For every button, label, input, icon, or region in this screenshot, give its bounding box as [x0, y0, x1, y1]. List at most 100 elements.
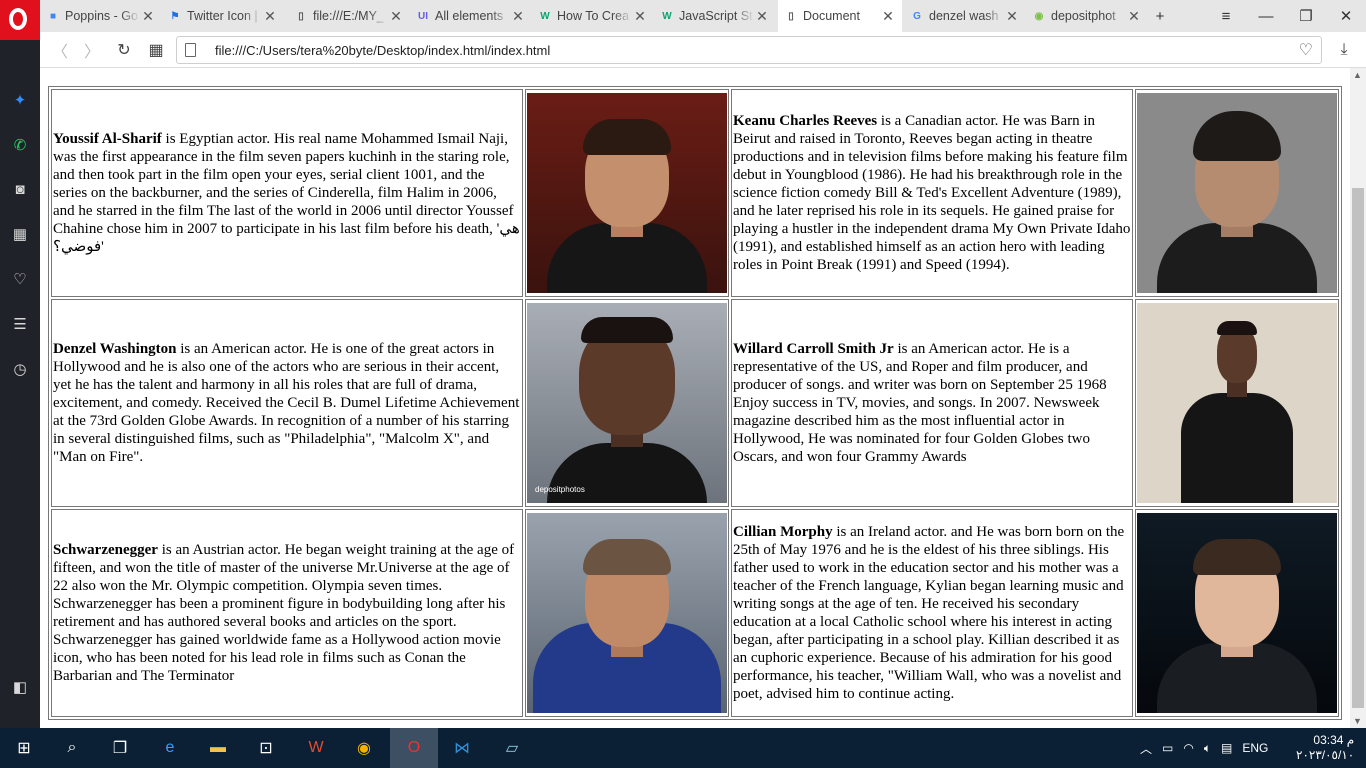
whatsapp-icon[interactable]: ✆: [8, 133, 32, 157]
clock[interactable]: 03:34 م ٢٠٢٣/٠٥/١٠: [1296, 728, 1354, 768]
task-view-icon[interactable]: ❐: [96, 728, 144, 768]
history-icon[interactable]: ◷: [8, 357, 32, 381]
will-smith-photo: [1137, 303, 1337, 503]
wifi-icon[interactable]: ◠: [1183, 741, 1193, 755]
windows-start-icon[interactable]: ⊞: [0, 728, 48, 768]
actor-bio: is an Ireland actor. and He was born bor…: [733, 524, 1125, 702]
cillian-murphy-photo: [1137, 513, 1337, 713]
close-tab-icon[interactable]: ✕: [754, 8, 770, 25]
restore-button[interactable]: ❐: [1286, 0, 1326, 32]
scrollbar-thumb[interactable]: [1352, 188, 1364, 708]
actor-bio: is a Canadian actor. He was Barn in Beir…: [733, 113, 1131, 273]
actor-bio: is an American actor. He is a representa…: [733, 341, 1107, 465]
show-hidden-icons-icon[interactable]: ︿: [1140, 740, 1152, 757]
ui-icon: UI: [418, 10, 428, 22]
file-explorer-icon[interactable]: ▬: [194, 728, 242, 768]
opera-icon[interactable]: O: [390, 728, 438, 768]
clock-date: ٢٠٢٣/٠٥/١٠: [1296, 748, 1355, 762]
forward-button[interactable]: 〉: [80, 38, 104, 62]
reload-button[interactable]: ↻: [112, 38, 136, 62]
back-button[interactable]: 〈: [48, 38, 72, 62]
store-icon[interactable]: ⊡: [242, 728, 290, 768]
actor-name: Schwarzenegger: [53, 542, 158, 558]
opera-menu-button[interactable]: [0, 0, 40, 40]
wps-office-icon[interactable]: W: [292, 728, 340, 768]
download-icon: ⤓: [1340, 41, 1348, 58]
close-tab-icon[interactable]: ✕: [510, 8, 526, 25]
actors-table: Youssif Al-Sharif is Egyptian actor. His…: [48, 86, 1342, 720]
notifications-icon[interactable]: ▤: [1221, 741, 1232, 755]
close-tab-icon[interactable]: ✕: [388, 8, 404, 25]
youssif-al-sharif-photo: [527, 93, 727, 293]
network-icon[interactable]: ▭: [1162, 741, 1173, 755]
tab-all-elements[interactable]: UI All elements ✕: [410, 0, 532, 32]
google-icon: G: [913, 10, 921, 22]
actor-bio-cell: Schwarzenegger is an Austrian actor. He …: [51, 509, 523, 717]
camera-icon[interactable]: ◙: [8, 177, 32, 201]
scroll-up-icon[interactable]: ▲: [1353, 70, 1362, 80]
close-tab-icon[interactable]: ✕: [1004, 8, 1020, 25]
tab-file-e[interactable]: ▯ file:///E:/MY_ ✕: [288, 0, 410, 32]
google-fonts-icon: ■: [49, 10, 57, 22]
clock-time: 03:34 م: [1313, 733, 1355, 747]
news-icon[interactable]: ☰: [8, 312, 32, 336]
edge-icon[interactable]: e: [146, 728, 194, 768]
bookmark-heart-icon[interactable]: ♡: [1299, 40, 1313, 60]
minimize-icon: —: [1258, 7, 1274, 25]
tab-denzel-washington[interactable]: G denzel wash ✕: [904, 0, 1026, 32]
tab-poppins[interactable]: ■ Poppins - Go ✕: [40, 0, 162, 32]
file-icon: ▯: [298, 10, 304, 22]
language-indicator[interactable]: ENG: [1242, 741, 1268, 755]
windows-taskbar: ⊞ ⌕ ❐ e ▬ ⊡ W ◉ O ⋈ ▱ ︿ ▭ ◠ 🔈︎ ▤ ENG 03:…: [0, 728, 1366, 768]
tab-how-to-create[interactable]: W How To Crea ✕: [532, 0, 654, 32]
file-icon: ▯: [788, 10, 794, 22]
heart-icon[interactable]: ♡: [8, 267, 32, 291]
page-scrollbar[interactable]: ▲ ▼: [1350, 68, 1366, 728]
tab-menu-icon: ≡: [1221, 7, 1231, 25]
close-tab-icon[interactable]: ✕: [140, 8, 156, 25]
tab-depositphotos[interactable]: ◉ depositphot ✕: [1026, 0, 1148, 32]
close-tab-icon[interactable]: ✕: [262, 8, 278, 25]
tab-document[interactable]: ▯ Document ✕: [778, 0, 902, 32]
reload-icon: ↻: [117, 42, 131, 59]
table-row: Youssif Al-Sharif is Egyptian actor. His…: [51, 89, 1339, 297]
speed-dial-icon[interactable]: ▦: [8, 222, 32, 246]
keanu-reeves-photo: [1137, 93, 1337, 293]
search-icon[interactable]: ⌕: [48, 728, 96, 768]
tab-twitter-icon[interactable]: ⚑ Twitter Icon | ✕: [162, 0, 284, 32]
w3schools-icon: W: [662, 10, 672, 22]
sidebar-toggle-icon[interactable]: ◧: [8, 675, 32, 699]
tab-menu-button[interactable]: ≡: [1206, 0, 1246, 32]
messenger-icon[interactable]: ✦: [8, 88, 32, 112]
table-row: Schwarzenegger is an Austrian actor. He …: [51, 509, 1339, 717]
close-window-button[interactable]: ✕: [1326, 0, 1366, 32]
new-tab-button[interactable]: +: [1140, 0, 1180, 32]
actor-bio-cell: Cillian Morphy is an Ireland actor. and …: [731, 509, 1133, 717]
opera-sidebar: ✦ ✆ ◙ ▦ ♡ ☰ ◷ ◧: [0, 40, 40, 728]
tab-javascript-st[interactable]: W JavaScript St ✕: [654, 0, 776, 32]
volume-icon[interactable]: 🔈︎: [1204, 741, 1211, 756]
address-bar-row: 〈 〉 ↻ ▦ file:///C:/Users/tera%20byte/Des…: [40, 32, 1366, 68]
downloads-button[interactable]: ⤓: [1332, 38, 1356, 62]
minimize-button[interactable]: —: [1246, 0, 1286, 32]
close-icon: ✕: [1339, 8, 1353, 25]
actor-bio-cell: Keanu Charles Reeves is a Canadian actor…: [731, 89, 1133, 297]
denzel-washington-photo: depositphotos: [527, 303, 727, 503]
close-tab-icon[interactable]: ✕: [632, 8, 648, 25]
scroll-down-icon[interactable]: ▼: [1353, 716, 1362, 726]
actor-photo-cell: [1135, 509, 1339, 717]
page-viewport: Youssif Al-Sharif is Egyptian actor. His…: [40, 68, 1350, 728]
notepad-icon[interactable]: ▱: [488, 728, 536, 768]
forward-arrow-icon: 〉: [83, 44, 100, 61]
actor-bio-cell: Denzel Washington is an American actor. …: [51, 299, 523, 507]
tab-strip: ■ Poppins - Go ✕ ⚑ Twitter Icon | ✕ ▯ fi…: [0, 0, 1366, 40]
actor-name: Willard Carroll Smith Jr: [733, 341, 894, 357]
actor-photo-cell: [1135, 89, 1339, 297]
vscode-icon[interactable]: ⋈: [438, 728, 486, 768]
actor-photo-cell: [525, 509, 729, 717]
chrome-icon[interactable]: ◉: [340, 728, 388, 768]
url-field[interactable]: file:///C:/Users/tera%20byte/Desktop/ind…: [176, 36, 1322, 64]
speed-dial-button[interactable]: ▦: [144, 38, 168, 62]
actor-name: Youssif Al-Sharif: [53, 131, 162, 147]
close-tab-icon[interactable]: ✕: [880, 8, 896, 25]
